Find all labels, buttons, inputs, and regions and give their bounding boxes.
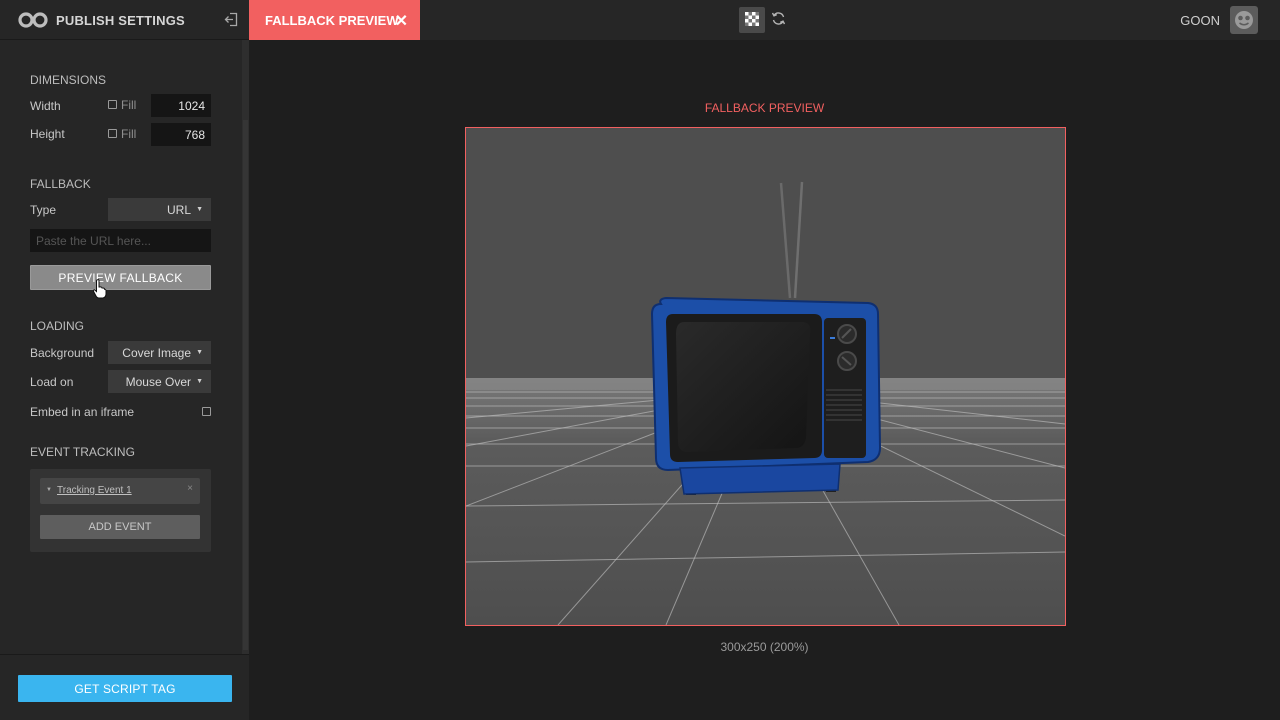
- tv-scene-image: [466, 128, 1065, 625]
- preview-size-label: 300x250 (200%): [720, 640, 809, 654]
- event-tracking-panel: ▼ Tracking Event 1 × ADD EVENT: [30, 469, 211, 552]
- add-event-button[interactable]: ADD EVENT: [40, 515, 200, 539]
- sidebar: DIMENSIONS Width Fill Height Fill FALLBA…: [0, 40, 249, 720]
- load-on-select-value: Mouse Over: [125, 374, 191, 389]
- sidebar-scrollbar-thumb[interactable]: [243, 120, 248, 650]
- background-select[interactable]: Cover Image ▼: [108, 341, 211, 364]
- fallback-url-input[interactable]: [30, 229, 211, 252]
- background-label: Background: [30, 346, 95, 360]
- height-fill-checkbox[interactable]: [108, 129, 117, 138]
- preview-fallback-button[interactable]: PREVIEW FALLBACK: [30, 265, 211, 290]
- width-fill-label: Fill: [121, 98, 137, 112]
- chevron-down-icon: ▼: [196, 206, 203, 213]
- height-fill-label: Fill: [121, 127, 137, 141]
- sidebar-header: PUBLISH SETTINGS: [0, 0, 249, 40]
- iframe-checkbox[interactable]: [202, 407, 211, 416]
- sidebar-footer: GET SCRIPT TAG: [0, 654, 249, 720]
- loading-title: LOADING: [30, 319, 85, 333]
- app-title: PUBLISH SETTINGS: [56, 13, 185, 28]
- close-icon[interactable]: ✕: [395, 11, 408, 31]
- exit-icon[interactable]: [224, 12, 238, 30]
- preview-toolbar: [739, 7, 791, 33]
- checkerboard-toggle-button[interactable]: [739, 7, 765, 33]
- load-on-select[interactable]: Mouse Over ▼: [108, 370, 211, 393]
- type-select-value: URL: [166, 202, 191, 217]
- infinity-logo-icon: [18, 12, 48, 31]
- type-label: Type: [30, 203, 57, 217]
- chevron-down-icon: ▼: [196, 378, 203, 385]
- get-script-tag-button[interactable]: GET SCRIPT TAG: [18, 675, 232, 702]
- preview-title: FALLBACK PREVIEW: [704, 101, 825, 115]
- event-item[interactable]: ▼ Tracking Event 1 ×: [40, 478, 200, 504]
- width-label: Width: [30, 99, 61, 113]
- tab-label: FALLBACK PREVIEW: [265, 12, 399, 28]
- remove-event-icon[interactable]: ×: [187, 483, 193, 494]
- background-select-value: Cover Image: [122, 345, 191, 360]
- width-input[interactable]: [151, 94, 211, 117]
- height-input[interactable]: [151, 123, 211, 146]
- event-tracking-title: EVENT TRACKING: [30, 445, 135, 459]
- fallback-preview-frame[interactable]: [465, 127, 1066, 626]
- avatar-icon[interactable]: [1230, 6, 1258, 34]
- chevron-down-icon: ▼: [196, 349, 203, 356]
- top-bar: PUBLISH SETTINGS FALLBACK PREVIEW ✕ GOON: [0, 0, 1280, 40]
- height-label: Height: [30, 127, 65, 141]
- type-select[interactable]: URL ▼: [108, 198, 211, 221]
- event-item-label[interactable]: Tracking Event 1: [57, 485, 132, 496]
- refresh-button[interactable]: [765, 7, 791, 33]
- width-fill-checkbox[interactable]: [108, 100, 117, 109]
- preview-area: FALLBACK PREVIEW 300x250 (200%): [249, 40, 1280, 720]
- iframe-label: Embed in an iframe: [30, 405, 135, 419]
- chevron-down-icon[interactable]: ▼: [46, 487, 52, 493]
- tab-fallback-preview[interactable]: FALLBACK PREVIEW ✕: [249, 0, 420, 40]
- dimensions-title: DIMENSIONS: [30, 73, 107, 87]
- hand-cursor-icon: [92, 279, 107, 302]
- load-on-label: Load on: [30, 375, 74, 389]
- fallback-title: FALLBACK: [30, 177, 91, 191]
- refresh-icon: [771, 11, 786, 29]
- checkerboard-icon: [745, 11, 759, 29]
- sidebar-content: DIMENSIONS Width Fill Height Fill FALLBA…: [0, 40, 242, 654]
- user-name[interactable]: GOON: [1180, 13, 1220, 28]
